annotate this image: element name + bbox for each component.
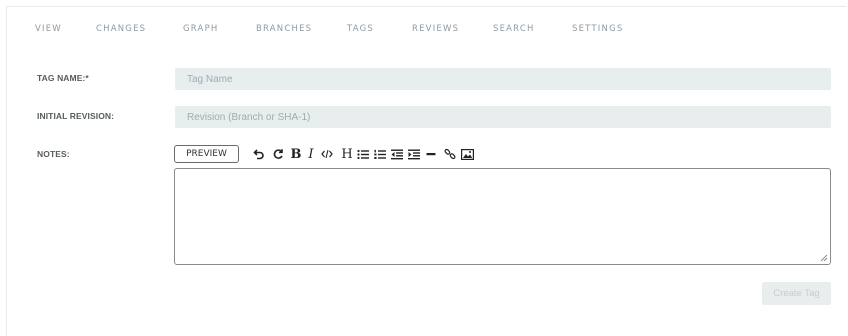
tab-view[interactable]: VIEW (35, 24, 62, 34)
tag-name-input[interactable] (175, 68, 831, 90)
link-icon[interactable] (442, 145, 458, 163)
tab-settings[interactable]: SETTINGS (572, 24, 623, 34)
tab-branches[interactable]: BRANCHES (256, 24, 312, 34)
numbered-list-icon[interactable] (372, 145, 388, 163)
tab-bar: VIEW CHANGES GRAPH BRANCHES TAGS REVIEWS… (0, 0, 848, 50)
code-icon[interactable] (319, 145, 335, 163)
create-tag-button[interactable]: Create Tag (762, 282, 831, 305)
image-icon[interactable] (459, 145, 475, 163)
tab-changes[interactable]: CHANGES (96, 24, 146, 34)
italic-icon[interactable]: I (303, 145, 319, 163)
notes-label: NOTES: (37, 149, 70, 159)
undo-icon[interactable] (251, 145, 267, 163)
heading-icon[interactable]: H (339, 145, 355, 163)
bullet-list-icon[interactable] (355, 145, 371, 163)
bold-icon[interactable]: B (288, 145, 304, 163)
initial-revision-input[interactable] (175, 106, 831, 128)
tab-search[interactable]: SEARCH (493, 24, 535, 34)
redo-icon[interactable] (270, 145, 286, 163)
tab-graph[interactable]: GRAPH (183, 24, 218, 34)
preview-button[interactable]: PREVIEW (174, 145, 239, 163)
notes-textarea[interactable] (174, 168, 831, 265)
indent-icon[interactable] (406, 145, 422, 163)
tag-name-label: TAG NAME:* (37, 73, 89, 83)
initial-revision-label: INITIAL REVISION: (37, 111, 115, 121)
tab-tags[interactable]: TAGS (347, 24, 374, 34)
resize-handle-icon[interactable] (820, 254, 828, 262)
horizontal-rule-icon[interactable] (423, 145, 439, 163)
tab-reviews[interactable]: REVIEWS (412, 24, 459, 34)
outdent-icon[interactable] (389, 145, 405, 163)
